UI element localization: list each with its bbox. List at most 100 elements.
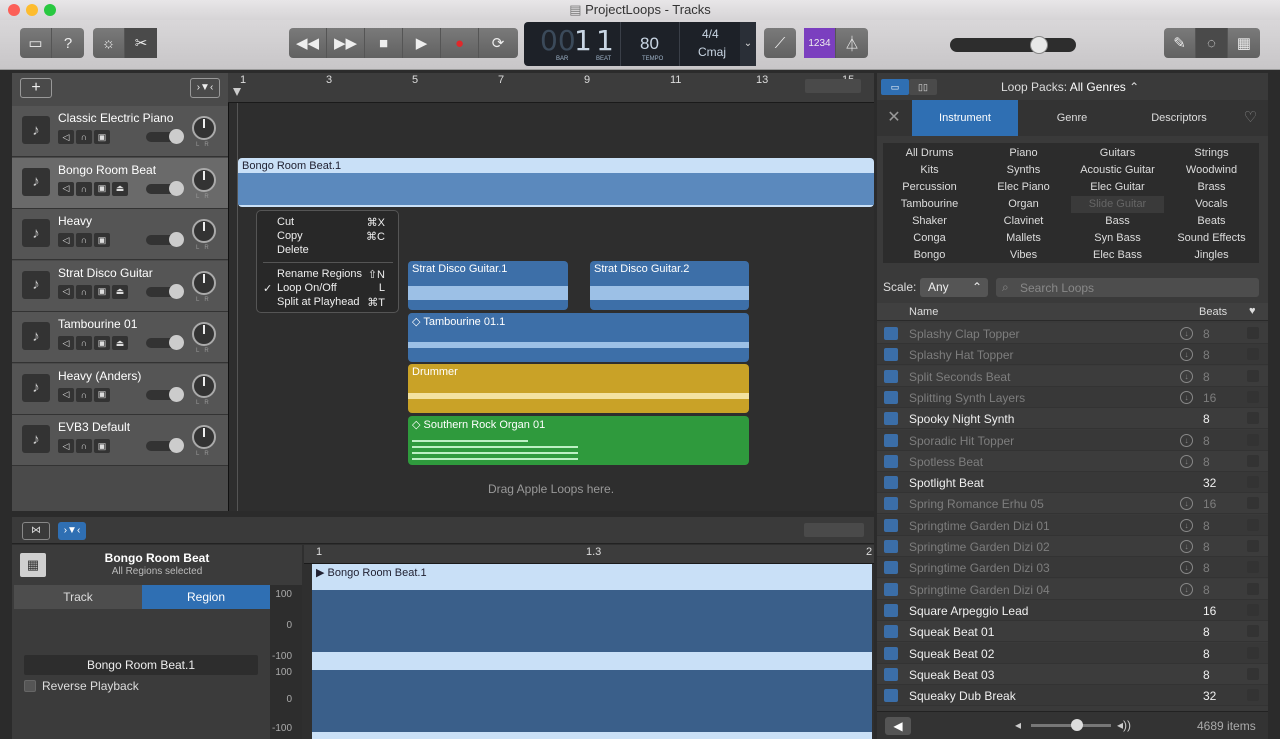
download-icon[interactable]: ↓ bbox=[1180, 540, 1193, 553]
menu-item[interactable]: ✓ Loop On/Off L bbox=[263, 282, 389, 296]
list-item[interactable]: Squeak Beat 02 8 bbox=[877, 642, 1268, 664]
category-button[interactable]: Acoustic Guitar bbox=[1071, 162, 1164, 179]
lock-button[interactable]: ▣ bbox=[94, 130, 110, 144]
category-button[interactable]: Slide Guitar bbox=[1071, 196, 1164, 213]
download-icon[interactable]: ↓ bbox=[1180, 454, 1193, 468]
track-header[interactable]: ♪ Bongo Room Beat ◁ ∩ ▣ ⏏ L R bbox=[12, 157, 228, 209]
pan-knob[interactable] bbox=[192, 373, 216, 398]
menu-item[interactable]: Copy ⌘C bbox=[277, 230, 389, 244]
solo-button[interactable]: ∩ bbox=[76, 336, 92, 350]
play-button[interactable]: ▶ bbox=[403, 28, 441, 58]
menu-item[interactable]: Cut ⌘X bbox=[277, 216, 389, 230]
list-item[interactable]: Splashy Clap Topper ↓ 8 bbox=[877, 323, 1268, 344]
category-button[interactable]: Kits bbox=[883, 162, 976, 179]
list-item[interactable]: Spooky Night Synth 8 bbox=[877, 408, 1268, 430]
zoom-window-button[interactable] bbox=[44, 4, 56, 16]
name-column-header[interactable]: Name bbox=[909, 306, 938, 318]
editor-waveform[interactable] bbox=[312, 582, 872, 739]
cycle-button[interactable]: ⟳ bbox=[479, 28, 517, 58]
lock-button[interactable]: ▣ bbox=[94, 284, 110, 299]
list-item[interactable]: Split Seconds Beat ↓ 8 bbox=[877, 365, 1268, 387]
list-item[interactable]: Springtime Garden Dizi 04 ↓ 8 bbox=[877, 578, 1268, 600]
download-icon[interactable]: ↓ bbox=[1180, 433, 1193, 447]
preview-volume-thumb[interactable] bbox=[1071, 719, 1083, 731]
favorite-checkbox[interactable] bbox=[1247, 497, 1259, 510]
list-item[interactable]: Squeaky Dub Break 32 bbox=[877, 685, 1268, 707]
track-volume-slider[interactable] bbox=[146, 335, 184, 350]
favorite-checkbox[interactable] bbox=[1247, 348, 1259, 361]
solo-button[interactable]: ∩ bbox=[76, 130, 92, 144]
stop-button[interactable]: ■ bbox=[365, 28, 403, 58]
solo-button[interactable]: ∩ bbox=[76, 233, 92, 247]
solo-button[interactable]: ∩ bbox=[76, 387, 92, 402]
pan-knob[interactable] bbox=[192, 167, 216, 192]
smart-controls-button[interactable]: ☼ bbox=[93, 28, 125, 58]
download-icon[interactable]: ↓ bbox=[1180, 369, 1193, 383]
rewind-button[interactable]: ◀◀ bbox=[289, 28, 327, 58]
mute-button[interactable]: ◁ bbox=[58, 181, 74, 196]
slider-thumb[interactable] bbox=[169, 438, 184, 453]
slider-thumb[interactable] bbox=[169, 129, 184, 144]
menu-item[interactable]: Delete bbox=[277, 244, 389, 258]
slider-thumb[interactable] bbox=[169, 283, 184, 299]
timeline-ruler[interactable]: 13579111315 bbox=[228, 73, 874, 103]
record-button[interactable]: ● bbox=[441, 28, 479, 58]
forward-button[interactable]: ▶▶ bbox=[327, 28, 365, 58]
download-icon[interactable]: ↓ bbox=[1180, 582, 1193, 596]
list-item[interactable]: Spotless Beat ↓ 8 bbox=[877, 450, 1268, 472]
download-icon[interactable]: ↓ bbox=[1180, 518, 1193, 532]
track-header[interactable]: ♪ Tambourine 01 ◁ ∩ ▣ ⏏ L R bbox=[12, 312, 228, 363]
tuner-button[interactable]: ⟋ bbox=[764, 28, 796, 58]
favorite-checkbox[interactable] bbox=[1247, 582, 1259, 595]
solo-button[interactable]: ∩ bbox=[76, 181, 92, 196]
favorite-checkbox[interactable] bbox=[1247, 689, 1259, 702]
slider-thumb[interactable] bbox=[169, 232, 184, 247]
download-icon[interactable]: ↓ bbox=[1180, 348, 1193, 362]
list-item[interactable]: Splashy Hat Topper ↓ 8 bbox=[877, 344, 1268, 366]
category-button[interactable]: Brass bbox=[1165, 179, 1258, 196]
track-header[interactable]: ♪ Classic Electric Piano ◁ ∩ ▣ L R bbox=[12, 106, 228, 157]
editor-zoom-slider[interactable] bbox=[804, 523, 864, 537]
category-button[interactable]: Mallets bbox=[977, 230, 1070, 247]
editors-button[interactable]: ✂ bbox=[125, 28, 157, 58]
download-icon[interactable]: ↓ bbox=[1180, 561, 1193, 575]
tempo-value[interactable]: 80 bbox=[640, 34, 659, 54]
region-drummer[interactable]: Drummer bbox=[408, 364, 749, 413]
region-tambourine[interactable]: ◇ Tambourine 01.1 bbox=[408, 313, 749, 362]
pan-knob[interactable] bbox=[192, 270, 216, 295]
solo-button[interactable]: ∩ bbox=[76, 284, 92, 299]
category-button[interactable]: Beats bbox=[1165, 213, 1258, 230]
download-icon[interactable]: ↓ bbox=[1180, 327, 1193, 340]
favorite-checkbox[interactable] bbox=[1247, 625, 1259, 638]
category-button[interactable]: Elec Piano bbox=[977, 179, 1070, 196]
slider-thumb[interactable] bbox=[169, 335, 184, 350]
input-monitor-button[interactable]: ⏏ bbox=[112, 181, 128, 196]
beats-column-header[interactable]: Beats bbox=[1199, 306, 1227, 318]
track-header[interactable]: ♪ EVB3 Default ◁ ∩ ▣ L R bbox=[12, 415, 228, 466]
category-button[interactable]: Elec Guitar bbox=[1071, 179, 1164, 196]
category-button[interactable]: Piano bbox=[977, 145, 1070, 162]
lock-button[interactable]: ▣ bbox=[94, 181, 110, 196]
download-icon[interactable]: ↓ bbox=[1180, 497, 1193, 511]
region-strat-disco-guitar-1[interactable]: Strat Disco Guitar.1 bbox=[408, 261, 568, 310]
lcd-menu-button[interactable]: ⌄ bbox=[740, 22, 756, 66]
master-volume-slider[interactable] bbox=[950, 36, 1076, 54]
list-item[interactable]: Spotlight Beat 32 bbox=[877, 472, 1268, 494]
menu-item[interactable]: Split at Playhead ⌘T bbox=[277, 296, 389, 310]
category-button[interactable]: Syn Bass bbox=[1071, 230, 1164, 247]
favorite-checkbox[interactable] bbox=[1247, 518, 1259, 531]
column-view-button[interactable]: ▯▯ bbox=[909, 79, 937, 95]
reset-button[interactable]: ✕ bbox=[877, 100, 911, 136]
category-button[interactable]: Bass bbox=[1071, 213, 1164, 230]
library-button[interactable]: ▭ bbox=[20, 28, 52, 58]
list-item[interactable]: Spring Romance Erhu 05 ↓ 16 bbox=[877, 493, 1268, 515]
category-button[interactable]: Bongo bbox=[883, 247, 976, 264]
category-button[interactable]: Vibes bbox=[977, 247, 1070, 264]
tab-instrument[interactable]: Instrument bbox=[912, 100, 1018, 136]
category-button[interactable]: All Drums bbox=[883, 145, 976, 162]
tab-track[interactable]: Track bbox=[14, 585, 142, 609]
preview-speaker-button[interactable]: ◀ bbox=[885, 717, 911, 735]
category-button[interactable]: Elec Bass bbox=[1071, 247, 1164, 264]
lcd-display[interactable]: 00 1 1 BAR BEAT 80 TEMPO 4/4 Cmaj ⌄ bbox=[524, 22, 756, 66]
category-button[interactable]: Organ bbox=[977, 196, 1070, 213]
